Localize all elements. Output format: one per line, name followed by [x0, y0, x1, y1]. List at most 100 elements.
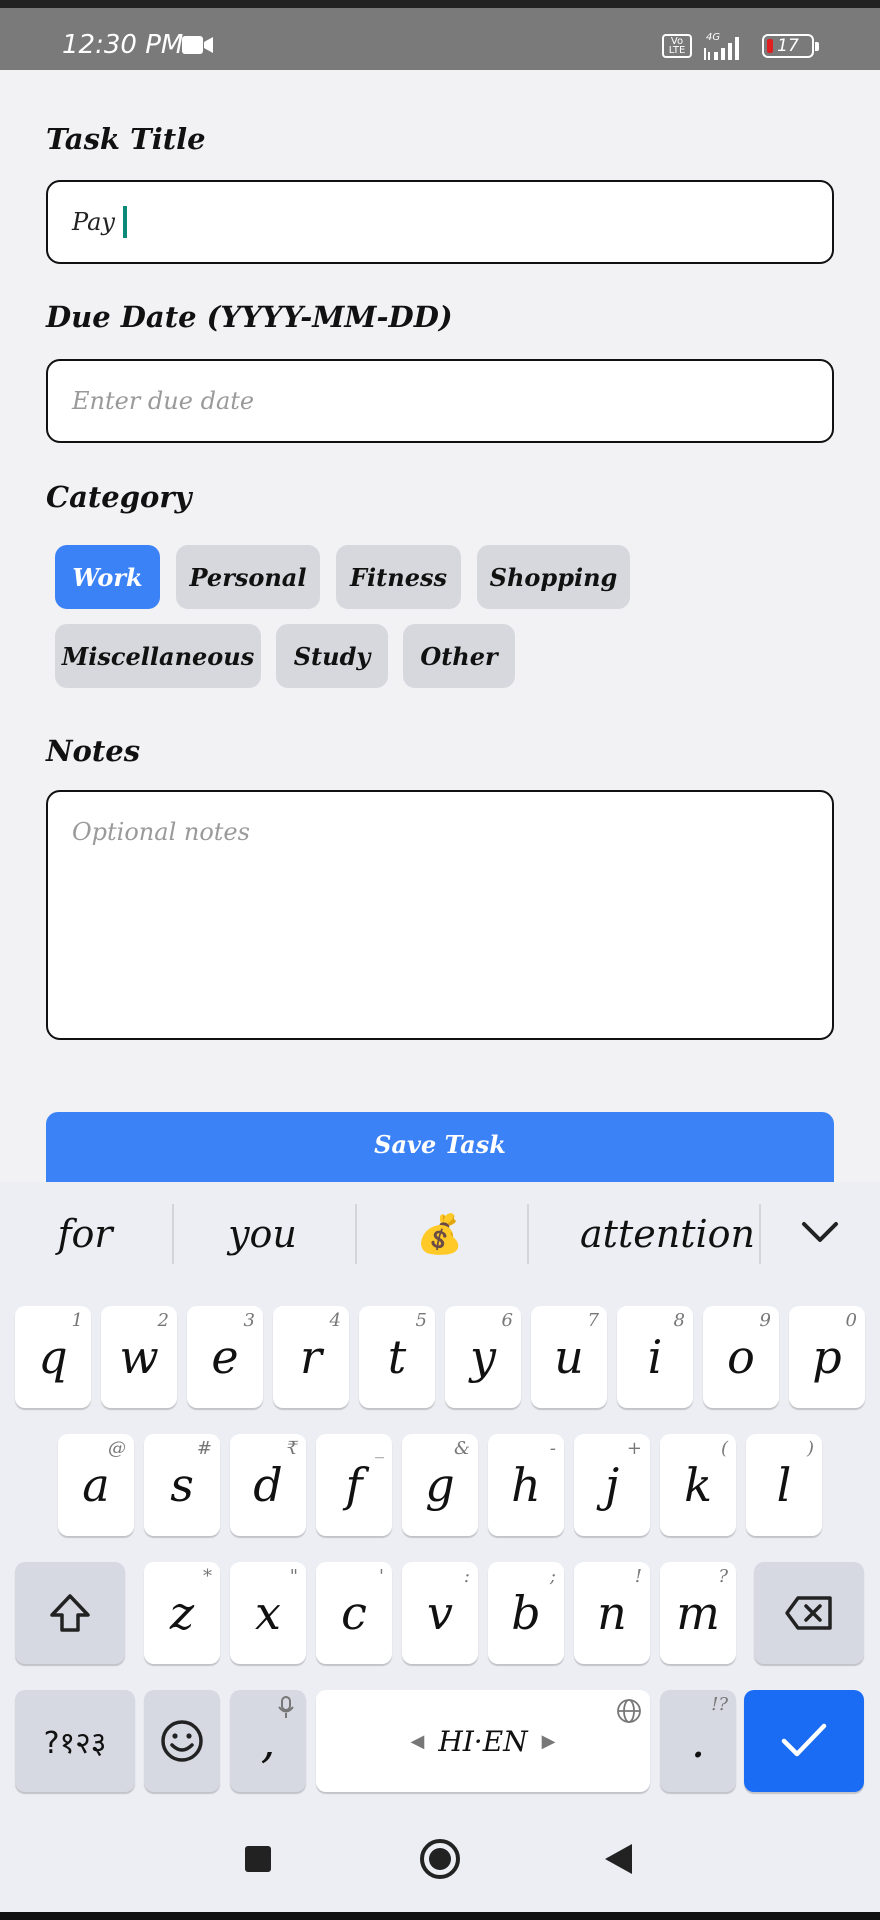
recents-button-icon[interactable] — [245, 1846, 271, 1872]
checkmark-icon — [781, 1723, 827, 1757]
key-t[interactable]: t5 — [359, 1306, 435, 1408]
category-chip-fitness[interactable]: Fitness — [336, 545, 461, 609]
key-x[interactable]: x " — [230, 1562, 306, 1664]
language-right-arrow-icon: ▶ — [541, 1730, 556, 1752]
category-chip-other[interactable]: Other — [403, 624, 515, 688]
key-letter: d — [253, 1458, 283, 1512]
back-button-icon[interactable] — [605, 1844, 633, 1874]
suggestion-item[interactable]: attention — [560, 1204, 775, 1264]
key-m[interactable]: m? — [660, 1562, 736, 1664]
key-letter: k — [684, 1458, 712, 1512]
period-key[interactable]: . !? — [660, 1690, 736, 1792]
key-letter: f — [345, 1458, 363, 1512]
category-chip-shopping[interactable]: Shopping — [477, 545, 630, 609]
key-l[interactable]: l) — [746, 1434, 822, 1536]
key-s[interactable]: s # — [144, 1434, 220, 1536]
key-w[interactable]: w2 — [101, 1306, 177, 1408]
key-letter: t — [387, 1330, 407, 1384]
key-p[interactable]: p0 — [789, 1306, 865, 1408]
home-button-icon[interactable] — [419, 1838, 461, 1880]
category-chip-miscellaneous[interactable]: Miscellaneous — [55, 624, 261, 688]
money-bag-emoji-suggestion[interactable]: 💰 — [385, 1204, 495, 1264]
suggestion-divider — [355, 1204, 357, 1264]
key-h[interactable]: h- — [488, 1434, 564, 1536]
due-date-placeholder: Enter due date — [72, 387, 255, 415]
microphone-icon — [278, 1696, 294, 1718]
key-hint: : — [463, 1566, 470, 1587]
key-hint: _ — [375, 1438, 384, 1459]
category-chip-study[interactable]: Study — [276, 624, 388, 688]
chevron-down-icon[interactable] — [800, 1218, 840, 1248]
text-caret — [122, 206, 127, 238]
key-hint: 7 — [587, 1310, 599, 1331]
key-letter: h — [511, 1458, 541, 1512]
key-d[interactable]: d ₹ — [230, 1434, 306, 1536]
suggestion-item[interactable]: for — [20, 1204, 150, 1264]
key-o[interactable]: o9 — [703, 1306, 779, 1408]
key-f[interactable]: f _ — [316, 1434, 392, 1536]
key-letter: o — [727, 1330, 755, 1384]
key-hint: 4 — [329, 1310, 341, 1331]
key-g[interactable]: g & — [402, 1434, 478, 1536]
key-i[interactable]: i8 — [617, 1306, 693, 1408]
space-key[interactable]: ◀ HI·EN ▶ — [316, 1690, 650, 1792]
shift-arrow-icon — [50, 1594, 90, 1632]
emoji-key[interactable] — [144, 1690, 220, 1792]
volte-icon: Vo LTE — [662, 34, 692, 58]
soft-keyboard: for you 💰 attention q1 w2 e3 r4 t5 y6 u7… — [0, 1182, 880, 1806]
suggestion-item[interactable]: you — [195, 1204, 330, 1264]
key-letter: m — [676, 1586, 720, 1640]
key-letter: x — [255, 1586, 281, 1640]
key-letter: v — [427, 1586, 453, 1640]
key-b[interactable]: b; — [488, 1562, 564, 1664]
key-u[interactable]: u7 — [531, 1306, 607, 1408]
key-hint: !? — [711, 1694, 728, 1715]
key-hint: " — [289, 1566, 298, 1587]
comma-key[interactable]: , — [230, 1690, 306, 1792]
screen-bottom-edge — [0, 1912, 880, 1920]
key-e[interactable]: e3 — [187, 1306, 263, 1408]
done-key[interactable] — [744, 1690, 864, 1792]
key-letter: q — [38, 1330, 68, 1384]
key-k[interactable]: k( — [660, 1434, 736, 1536]
key-hint: + — [626, 1438, 642, 1459]
due-date-label: Due Date (YYYY-MM-DD) — [46, 300, 453, 334]
navigation-bar — [0, 1806, 880, 1912]
save-task-button[interactable]: Save Task — [46, 1112, 834, 1182]
due-date-input[interactable]: Enter due date — [46, 359, 834, 443]
key-letter: n — [597, 1586, 627, 1640]
key-letter: u — [554, 1330, 584, 1384]
category-chip-work[interactable]: Work — [55, 545, 160, 609]
key-hint: 0 — [845, 1310, 857, 1331]
signal-icon: 4G — [704, 32, 739, 60]
key-j[interactable]: j + — [574, 1434, 650, 1536]
key-y[interactable]: y6 — [445, 1306, 521, 1408]
key-z[interactable]: z * — [144, 1562, 220, 1664]
key-n[interactable]: n! — [574, 1562, 650, 1664]
backspace-key[interactable] — [754, 1562, 864, 1664]
key-hint: 6 — [501, 1310, 513, 1331]
key-hint: ( — [720, 1438, 728, 1459]
notes-textarea[interactable]: Optional notes — [46, 790, 834, 1040]
symbols-key[interactable]: ?१२३ — [15, 1690, 135, 1792]
key-hint: ₹ — [286, 1438, 298, 1459]
task-title-value: Pay — [72, 208, 115, 236]
category-chip-personal[interactable]: Personal — [176, 545, 320, 609]
key-hint: 5 — [415, 1310, 427, 1331]
backspace-icon — [785, 1596, 832, 1630]
battery-icon: 17 — [762, 34, 819, 58]
key-letter: l — [776, 1458, 792, 1512]
key-q[interactable]: q1 — [15, 1306, 91, 1408]
suggestion-divider — [172, 1204, 174, 1264]
key-hint: ) — [806, 1438, 814, 1459]
key-a[interactable]: a @ — [58, 1434, 134, 1536]
period-label: . — [690, 1714, 706, 1768]
task-title-input[interactable]: Pay — [46, 180, 834, 264]
key-c[interactable]: c ' — [316, 1562, 392, 1664]
key-letter: y — [470, 1330, 496, 1384]
key-r[interactable]: r4 — [273, 1306, 349, 1408]
task-title-label: Task Title — [46, 122, 206, 156]
key-v[interactable]: v: — [402, 1562, 478, 1664]
shift-key[interactable] — [15, 1562, 125, 1664]
key-hint: - — [549, 1438, 556, 1459]
